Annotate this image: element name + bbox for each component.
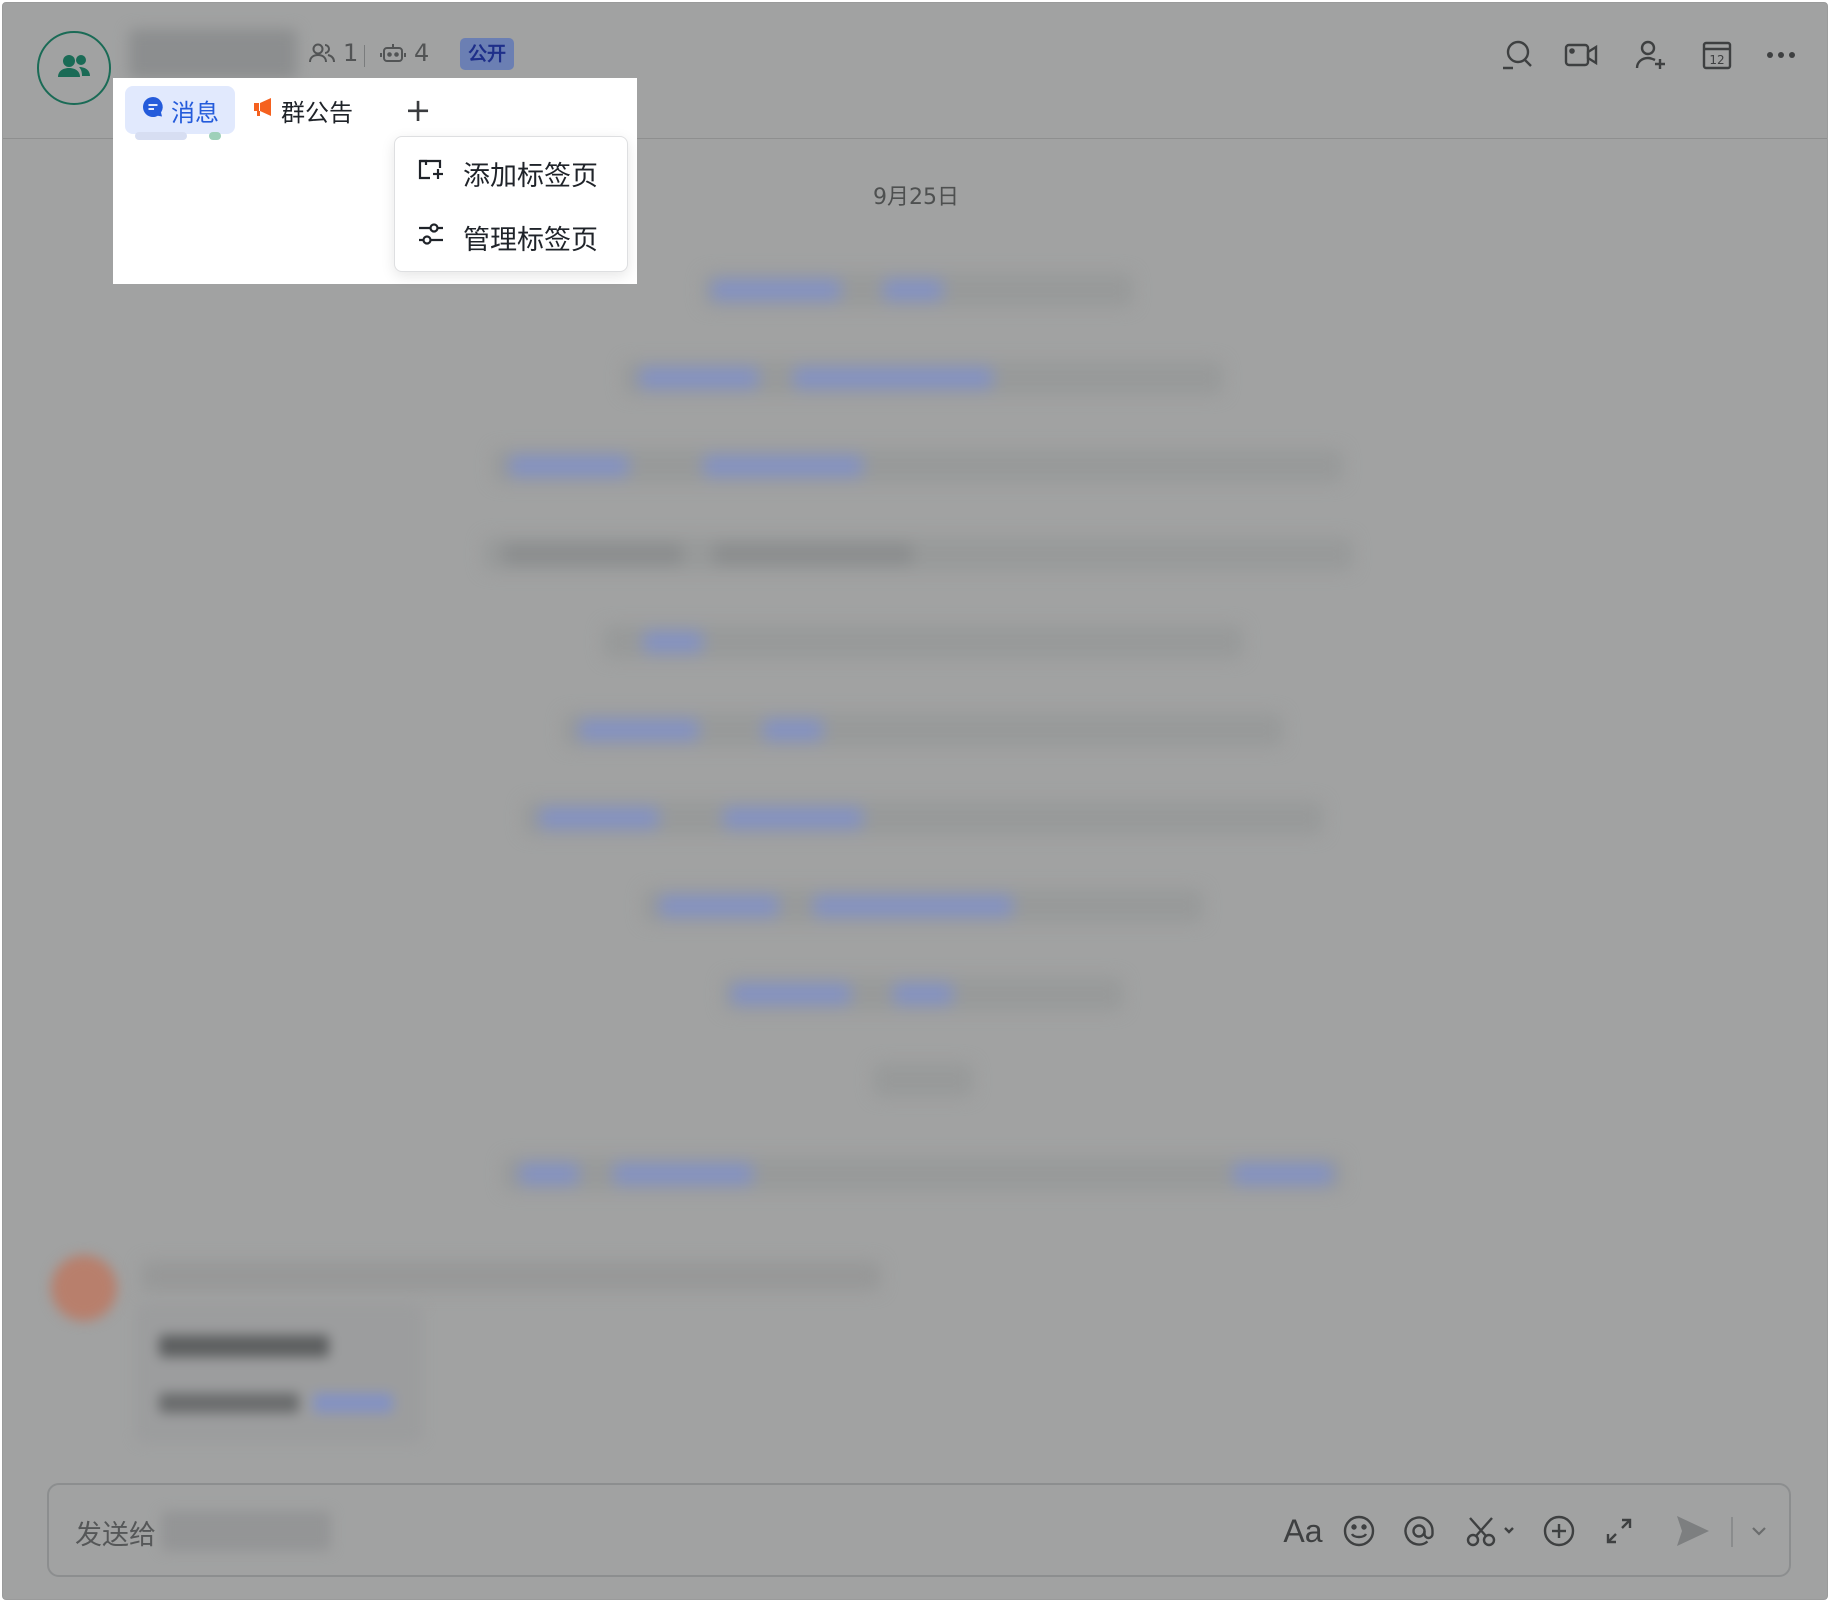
meta-divider — [364, 45, 365, 67]
message-line — [493, 449, 1343, 483]
message-line — [643, 889, 1203, 923]
message-line — [523, 801, 1323, 835]
composer-placeholder: 发送给 — [75, 1520, 156, 1551]
message-line — [873, 1063, 973, 1097]
sender-avatar[interactable] — [51, 1255, 117, 1321]
format-icon: Aa — [1283, 1512, 1323, 1549]
more-icon[interactable] — [1763, 37, 1799, 73]
member-count[interactable]: 1 — [309, 39, 358, 67]
message-line — [623, 361, 1223, 395]
send-options-chevron-icon[interactable] — [1745, 1511, 1773, 1551]
format-button[interactable]: Aa — [1279, 1511, 1327, 1551]
message-composer[interactable]: 发送给 Aa — [47, 1483, 1791, 1577]
add-tab-button[interactable]: + — [394, 86, 442, 134]
message-card[interactable] — [135, 1303, 423, 1443]
group-name-redacted — [129, 29, 297, 79]
tab-messages-label: 消息 — [171, 98, 219, 127]
tab-peek — [209, 132, 221, 140]
chat-bubble-icon — [141, 95, 165, 125]
message-line — [563, 713, 1283, 747]
date-divider: 9月25日 — [873, 185, 959, 210]
message-line — [603, 625, 1243, 659]
manage-tabs-menu-item[interactable]: 管理标签页 — [395, 207, 627, 267]
sender-line — [141, 1261, 881, 1291]
add-tab-label: 添加标签页 — [463, 160, 598, 192]
message-line — [723, 977, 1123, 1011]
message-line — [703, 273, 1133, 307]
expand-icon[interactable] — [1599, 1511, 1639, 1551]
search-icon[interactable] — [1499, 37, 1535, 73]
tab-menu: 添加标签页 管理标签页 — [394, 136, 628, 272]
manage-tabs-label: 管理标签页 — [463, 224, 598, 256]
group-icon — [57, 53, 91, 83]
add-tab-menu-item[interactable]: 添加标签页 — [395, 143, 627, 203]
sliders-icon — [417, 221, 445, 254]
bot-count[interactable]: 4 — [380, 39, 429, 67]
message-line — [503, 1157, 1343, 1191]
emoji-icon[interactable] — [1339, 1511, 1379, 1551]
megaphone-icon — [253, 96, 275, 124]
composer-target-redacted — [161, 1511, 331, 1551]
tab-announcement[interactable]: 群公告 — [237, 86, 369, 134]
tab-messages[interactable]: 消息 — [125, 86, 235, 134]
add-tab-icon — [417, 158, 445, 189]
group-avatar[interactable] — [37, 31, 111, 105]
tab-peek — [135, 132, 187, 140]
message-line — [483, 537, 1353, 571]
mention-icon[interactable] — [1399, 1511, 1439, 1551]
add-attachment-icon[interactable] — [1539, 1511, 1579, 1551]
add-member-icon[interactable] — [1633, 37, 1669, 73]
visibility-badge: 公开 — [460, 38, 515, 70]
calendar-day: 12 — [1709, 53, 1724, 67]
send-icon[interactable] — [1673, 1511, 1713, 1551]
tab-announcement-label: 群公告 — [281, 98, 353, 127]
member-count-value: 1 — [343, 39, 359, 67]
video-call-icon[interactable] — [1563, 37, 1599, 73]
bot-icon — [380, 42, 406, 64]
calendar-icon[interactable]: 12 — [1699, 37, 1735, 73]
screenshot-icon[interactable] — [1463, 1511, 1519, 1551]
send-divider — [1731, 1517, 1733, 1547]
members-icon — [309, 42, 335, 64]
bot-count-value: 4 — [414, 39, 430, 67]
